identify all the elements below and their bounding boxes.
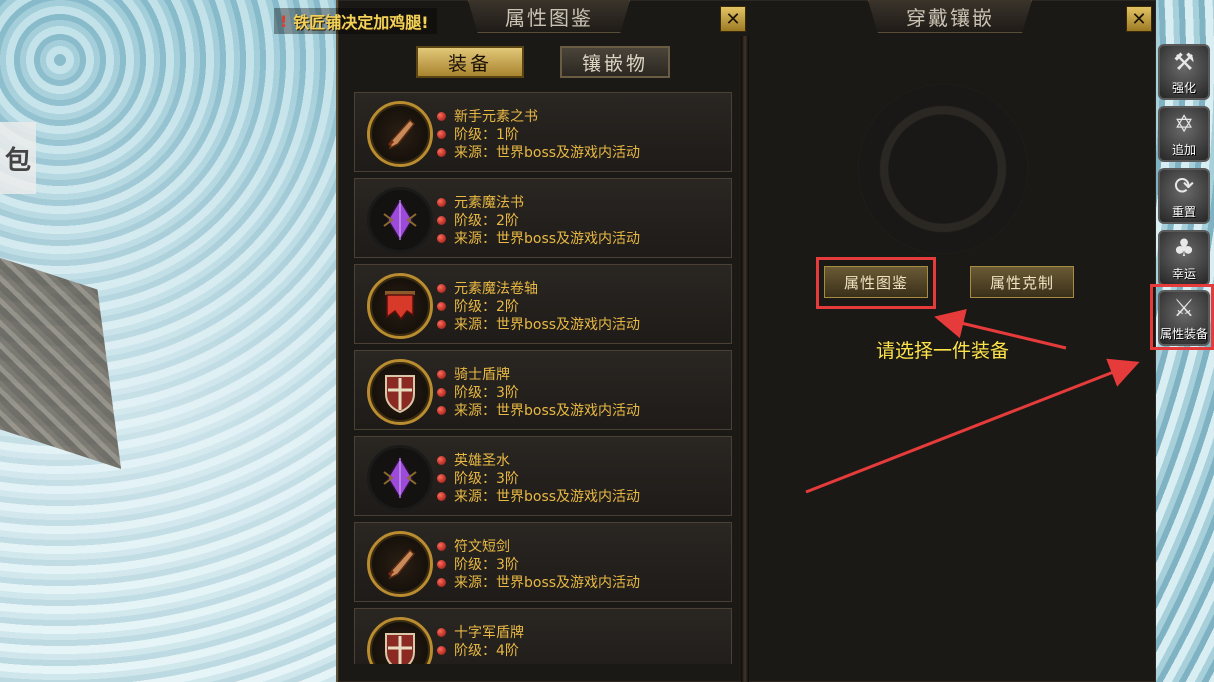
pane-divider [741, 36, 749, 682]
codex-title: 属性图鉴 [468, 0, 630, 33]
inlay-title: 穿戴镶嵌 [868, 0, 1032, 33]
list-item[interactable]: 元素魔法书 阶级：2阶 来源：世界boss及游戏内活动 [354, 178, 732, 258]
item-name: 符文短剑 [454, 539, 510, 555]
item-name: 骑士盾牌 [454, 367, 510, 383]
purple-crystal-icon [367, 445, 433, 511]
dagger-icon [367, 101, 433, 167]
dagger-icon [367, 531, 433, 597]
side-toolbar: ⚒ 强化 ✡ 追加 ⟳ 重置 ♣ 幸运 ⚔ 属性装备 [1154, 36, 1214, 682]
reset-button[interactable]: ⟳ 重置 [1158, 168, 1210, 224]
item-source: 来源：世界boss及游戏内活动 [454, 231, 641, 247]
item-name: 十字军盾牌 [454, 625, 524, 641]
star-icon: ✡ [1173, 110, 1195, 138]
warning-icon: ! [280, 11, 288, 31]
anvil-icon: ⚒ [1173, 48, 1195, 76]
list-item[interactable]: 十字军盾牌 阶级：4阶 [354, 608, 732, 664]
refresh-icon: ⟳ [1173, 172, 1195, 200]
shield-icon [367, 617, 433, 664]
reset-label: 重置 [1171, 205, 1196, 219]
item-name: 元素魔法卷轴 [454, 281, 538, 297]
tab-inlay-items[interactable]: 镶嵌物 [560, 46, 670, 78]
item-name: 英雄圣水 [454, 453, 510, 469]
item-source: 来源：世界boss及游戏内活动 [454, 145, 641, 161]
item-level: 阶级：4阶 [454, 643, 519, 659]
item-level: 阶级：2阶 [454, 213, 519, 229]
enhance-label: 强化 [1171, 81, 1196, 95]
tab-equipment[interactable]: 装备 [416, 46, 524, 78]
list-item[interactable]: 元素魔法卷轴 阶级：2阶 来源：世界boss及游戏内活动 [354, 264, 732, 344]
item-level: 阶级：2阶 [454, 299, 519, 315]
item-source: 来源：世界boss及游戏内活动 [454, 575, 641, 591]
equipment-list[interactable]: 新手元素之书 阶级：1阶 来源：世界boss及游戏内活动 元素魔法书 阶级：2阶… [354, 92, 732, 664]
highlight-box [1150, 284, 1214, 350]
item-name: 元素魔法书 [454, 195, 524, 211]
close-inlay-button[interactable]: ✕ [1126, 6, 1152, 32]
append-button[interactable]: ✡ 追加 [1158, 106, 1210, 162]
list-item[interactable]: 英雄圣水 阶级：3阶 来源：世界boss及游戏内活动 [354, 436, 732, 516]
item-name: 新手元素之书 [454, 109, 538, 125]
luck-label: 幸运 [1171, 267, 1196, 281]
luck-button[interactable]: ♣ 幸运 [1158, 230, 1210, 286]
red-banner-icon [367, 273, 433, 339]
purple-crystal-icon [367, 187, 433, 253]
item-source: 来源：世界boss及游戏内活动 [454, 403, 641, 419]
item-source: 来源：世界boss及游戏内活动 [454, 317, 641, 333]
bag-tab[interactable]: 包 [0, 122, 36, 194]
close-codex-button[interactable]: ✕ [720, 6, 746, 32]
item-level: 阶级：3阶 [454, 557, 519, 573]
attribute-codex-button[interactable]: 属性图鉴 [824, 266, 928, 298]
item-level: 阶级：1阶 [454, 127, 519, 143]
equipment-socket[interactable] [858, 84, 1028, 254]
item-source: 来源：世界boss及游戏内活动 [454, 489, 641, 505]
shield-icon [367, 359, 433, 425]
item-level: 阶级：3阶 [454, 385, 519, 401]
attribute-panel: 属性图鉴 ✕ 穿戴镶嵌 ✕ 装备 镶嵌物 新手元素之书 阶级：1阶 来源：世界b… [336, 0, 1156, 682]
select-equipment-hint: 请选择一件装备 [876, 340, 1010, 362]
attribute-counter-button[interactable]: 属性克制 [970, 266, 1074, 298]
clover-icon: ♣ [1173, 234, 1195, 262]
list-item[interactable]: 新手元素之书 阶级：1阶 来源：世界boss及游戏内活动 [354, 92, 732, 172]
system-message: ! 铁匠铺决定加鸡腿! [274, 8, 437, 34]
enhance-button[interactable]: ⚒ 强化 [1158, 44, 1210, 100]
append-label: 追加 [1171, 143, 1196, 157]
list-item[interactable]: 符文短剑 阶级：3阶 来源：世界boss及游戏内活动 [354, 522, 732, 602]
item-level: 阶级：3阶 [454, 471, 519, 487]
bag-tab-label: 包 [4, 145, 31, 176]
system-message-text: 铁匠铺决定加鸡腿! [293, 13, 429, 32]
list-item[interactable]: 骑士盾牌 阶级：3阶 来源：世界boss及游戏内活动 [354, 350, 732, 430]
